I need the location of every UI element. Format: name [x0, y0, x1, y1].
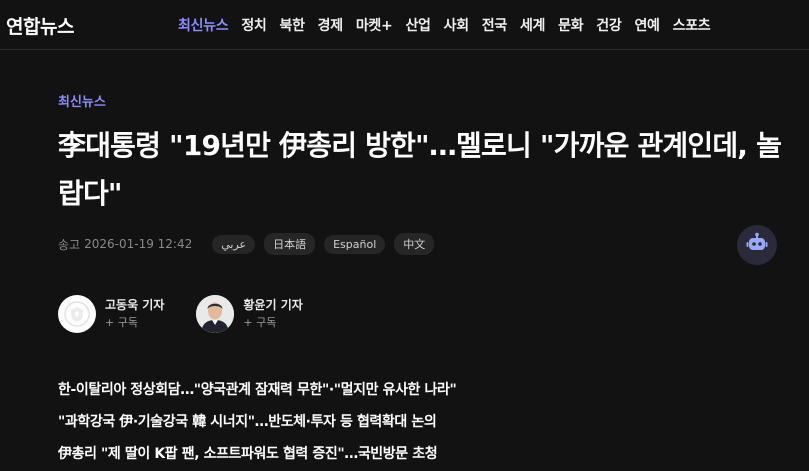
- article-category[interactable]: 최신뉴스: [58, 91, 106, 110]
- robot-icon: [746, 232, 768, 258]
- nav-item-industry[interactable]: 산업: [405, 15, 430, 35]
- reporter-card[interactable]: 황윤기 기자 + 구독: [196, 295, 303, 333]
- nav-item-market[interactable]: 마켓+: [356, 15, 393, 35]
- nav-item-politics[interactable]: 정치: [241, 15, 266, 35]
- publish-date: 2026-01-19 12:42: [84, 237, 193, 251]
- nav-item-north-korea[interactable]: 북한: [280, 15, 305, 35]
- reporter-name[interactable]: 고동욱 기자: [105, 296, 164, 314]
- subscribe-button[interactable]: + 구독: [105, 314, 164, 332]
- summary-line: "과학강국 伊·기술강국 韓 시너지"…반도체·투자 등 협력확대 논의: [58, 414, 437, 430]
- language-button-chinese[interactable]: 中文: [394, 233, 435, 255]
- summary-line: 伊총리 "제 딸이 K팝 팬, 소프트파워도 협력 증진"…국빈방문 초청: [58, 446, 438, 462]
- nav-item-national[interactable]: 전국: [482, 15, 507, 35]
- article-summary: 한-이탈리아 정상회담…"양국관계 잠재력 무한"·"멀지만 유사한 나라" "…: [58, 374, 778, 470]
- reporter-name[interactable]: 황윤기 기자: [243, 296, 302, 314]
- nav-item-entertainment[interactable]: 연예: [634, 15, 659, 35]
- language-button-japanese[interactable]: 日本語: [264, 233, 316, 255]
- subscribe-button[interactable]: + 구독: [243, 314, 302, 332]
- nav-item-culture[interactable]: 문화: [558, 15, 583, 35]
- nav-item-latest[interactable]: 최신뉴스: [178, 15, 229, 35]
- nav-item-health[interactable]: 건강: [596, 15, 621, 35]
- date-label: 송고: [58, 237, 81, 252]
- nav-item-sports[interactable]: 스포츠: [673, 15, 711, 35]
- reporter-card[interactable]: 고동욱 기자 + 구독: [58, 295, 164, 333]
- default-avatar-icon: [58, 295, 96, 333]
- main-nav: 최신뉴스 정치 북한 경제 마켓+ 산업 사회 전국 세계 문화 건강 연예 스…: [178, 15, 723, 35]
- language-button-spanish[interactable]: Español: [324, 234, 386, 254]
- language-button-arabic[interactable]: عربي: [212, 234, 256, 254]
- ai-assistant-button[interactable]: [737, 225, 777, 265]
- reporter-photo: [196, 295, 235, 333]
- reporter-list: 고동욱 기자 + 구독 황윤기 기자 + 구독: [58, 295, 335, 333]
- nav-item-economy[interactable]: 경제: [318, 15, 343, 35]
- site-logo[interactable]: 연합뉴스: [6, 12, 74, 39]
- article-meta: 송고 2026-01-19 12:42 عربي 日本語 Español 中文: [58, 233, 443, 255]
- top-navigation-bar: 연합뉴스 최신뉴스 정치 북한 경제 마켓+ 산업 사회 전국 세계 문화 건강…: [0, 0, 809, 50]
- summary-line: 한-이탈리아 정상회담…"양국관계 잠재력 무한"·"멀지만 유사한 나라": [58, 382, 457, 398]
- article-headline: 李대통령 "19년만 伊총리 방한"…멜로니 "가까운 관계인데, 놀랍다": [58, 129, 782, 210]
- nav-item-world[interactable]: 세계: [520, 15, 545, 35]
- nav-item-society[interactable]: 사회: [444, 15, 469, 35]
